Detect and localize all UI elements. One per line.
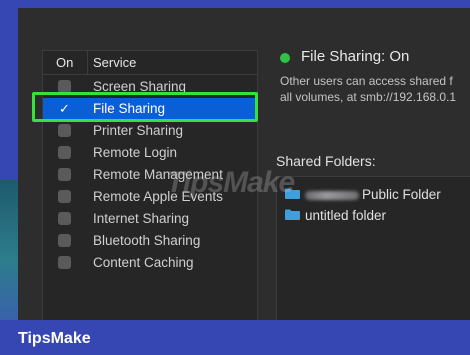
service-row-content-caching[interactable]: Content Caching <box>43 252 257 274</box>
shared-folders-list: Public Folder untitled folder <box>276 176 470 320</box>
shared-folder-item-untitled[interactable]: untitled folder <box>277 206 470 226</box>
brand-footer-bar: TipsMake <box>0 320 470 355</box>
shared-folder-label: Public Folder <box>362 187 441 202</box>
watermark-text: TipsMake <box>166 166 295 199</box>
service-row-bluetooth-sharing[interactable]: Bluetooth Sharing <box>43 230 257 252</box>
desktop-background-strip <box>0 180 18 325</box>
service-label: Content Caching <box>93 255 194 270</box>
service-list-header: On Service <box>43 51 257 75</box>
shared-folder-item-public[interactable]: Public Folder <box>277 185 470 205</box>
shared-folder-label: untitled folder <box>305 208 387 223</box>
service-row-file-sharing[interactable]: ✓ File Sharing <box>43 98 257 120</box>
service-row-printer-sharing[interactable]: Printer Sharing <box>43 120 257 142</box>
checkmark-icon[interactable]: ✓ <box>58 102 71 115</box>
redacted-username <box>305 191 359 200</box>
service-checkbox[interactable] <box>58 234 71 247</box>
service-label: Remote Login <box>93 145 178 160</box>
column-header-service[interactable]: Service <box>93 55 136 70</box>
folder-icon <box>285 209 300 220</box>
service-label: File Sharing <box>93 101 166 116</box>
service-row-internet-sharing[interactable]: Internet Sharing <box>43 208 257 230</box>
status-indicator-icon <box>280 53 290 63</box>
service-label: Internet Sharing <box>93 211 190 226</box>
service-checkbox[interactable] <box>58 212 71 225</box>
sharing-preferences-window: On Service Screen Sharing ✓ File Sharing… <box>18 8 470 320</box>
column-divider <box>87 51 88 74</box>
service-checkbox[interactable] <box>58 124 71 137</box>
service-label: Screen Sharing <box>93 79 187 94</box>
brand-logo-text: TipsMake <box>18 330 91 347</box>
service-checkbox[interactable] <box>58 168 71 181</box>
service-checkbox[interactable] <box>58 80 71 93</box>
column-header-on[interactable]: On <box>56 55 73 70</box>
service-checkbox[interactable] <box>58 256 71 269</box>
service-checkbox[interactable] <box>58 190 71 203</box>
sharing-status-description: Other users can access shared f all volu… <box>280 74 457 104</box>
service-checkbox[interactable] <box>58 146 71 159</box>
service-label: Bluetooth Sharing <box>93 233 201 248</box>
sharing-status-title: File Sharing: On <box>301 48 410 65</box>
service-row-remote-login[interactable]: Remote Login <box>43 142 257 164</box>
service-label: Printer Sharing <box>93 123 184 138</box>
service-row-screen-sharing[interactable]: Screen Sharing <box>43 76 257 98</box>
